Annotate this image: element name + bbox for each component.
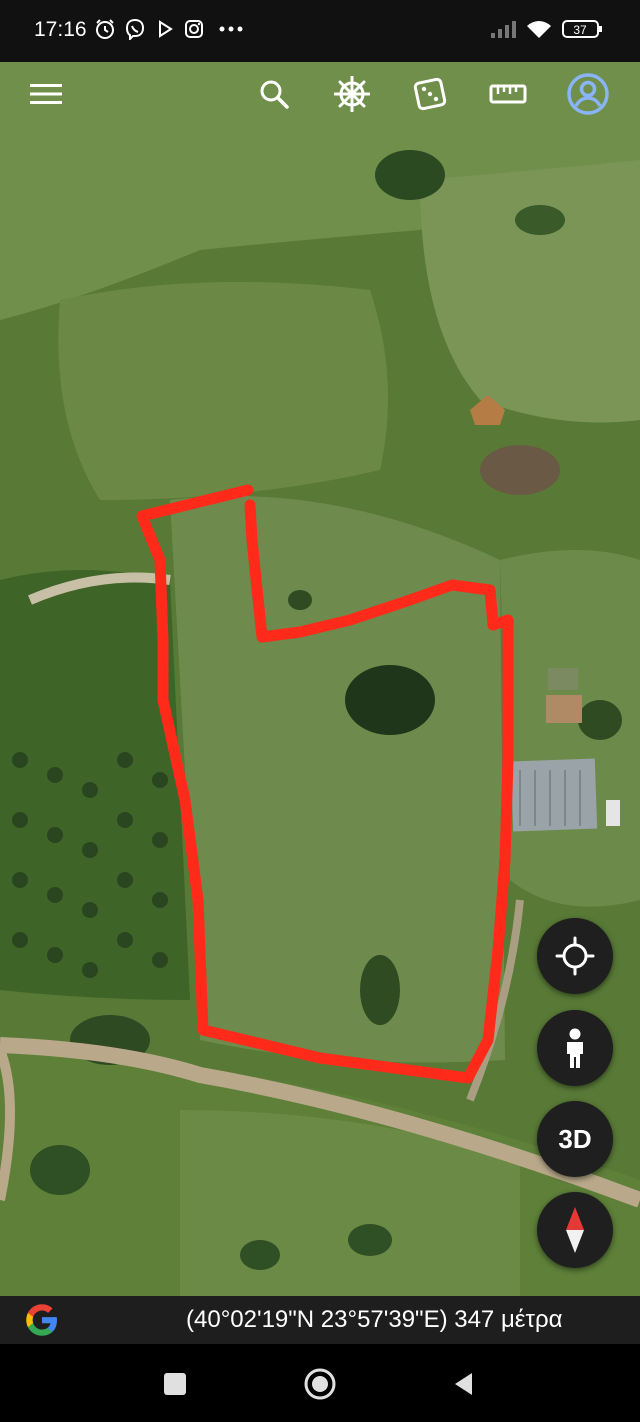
recents-square-icon [164,1373,186,1395]
back-triangle-icon [455,1373,472,1395]
recents-button[interactable] [155,1364,195,1404]
battery-icon: 37 [562,16,604,42]
account-icon [567,73,609,115]
viber-icon [122,16,148,42]
menu-button[interactable] [24,72,68,116]
street-view-button[interactable] [537,1010,613,1086]
instagram-icon [181,16,207,42]
home-circle-icon [304,1368,336,1400]
battery-level: 37 [573,23,587,37]
voyager-wheel-icon [334,76,370,112]
more-dots-icon [218,16,244,42]
search-icon [260,80,289,109]
property-boundary-outline [136,484,514,1084]
status-bar: 17:16 37 [0,0,640,62]
coordinates-readout: (40°02'19"N 23°57'39"E) 347 μέτρα [186,1306,563,1333]
satellite-map[interactable]: 3D [0,62,640,1296]
map-info-bar: (40°02'19"N 23°57'39"E) 347 μέτρα [0,1296,640,1344]
menu-icon [30,84,62,104]
wifi-icon [526,16,552,42]
my-location-icon [555,936,595,976]
voyager-button[interactable] [330,72,374,116]
my-location-button[interactable] [537,918,613,994]
measure-button[interactable] [486,72,530,116]
search-button[interactable] [252,72,296,116]
account-button[interactable] [564,70,612,118]
alarm-icon [92,16,118,42]
compass-button[interactable] [537,1192,613,1268]
signal-icon [490,16,520,42]
back-button[interactable] [444,1364,484,1404]
status-time: 17:16 [34,18,87,41]
pegman-icon [567,1028,583,1068]
play-icon [152,16,178,42]
toggle-3d-label: 3D [558,1123,592,1154]
system-nav-bar [0,1344,640,1422]
measure-ruler-icon [489,84,527,104]
toggle-3d-button[interactable]: 3D [537,1101,613,1177]
feeling-lucky-button[interactable] [408,72,452,116]
google-g-logo [26,1304,57,1336]
home-button[interactable] [300,1364,340,1404]
feeling-lucky-dice-icon [413,77,447,111]
compass-icon [566,1207,584,1253]
